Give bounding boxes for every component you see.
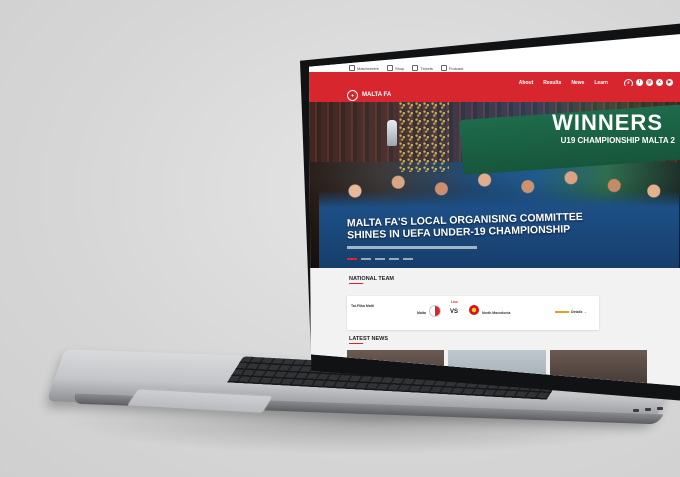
topbar-label: Shop — [395, 65, 405, 71]
carousel-dot[interactable] — [389, 258, 399, 260]
carousel-dot[interactable] — [361, 258, 371, 260]
topbar-shop[interactable]: Shop — [387, 65, 404, 71]
facebook-icon[interactable]: f — [636, 78, 643, 86]
ticket-icon — [412, 65, 419, 71]
banner-title: WINNERS — [552, 110, 663, 135]
hero-caption — [347, 246, 477, 249]
match-status: Live — [451, 300, 459, 304]
competition-name: Tal-Flika Malti — [351, 304, 374, 308]
national-team-heading: NATIONAL TEAM — [349, 276, 395, 284]
carousel-dot[interactable] — [403, 258, 413, 260]
site-logo-text[interactable]: MALTA FA — [362, 92, 391, 98]
details-link[interactable]: Details → — [571, 310, 587, 314]
laptop-screen: Matchcentre Shop Tickets Podcast About R… — [309, 34, 680, 386]
x-icon[interactable]: x — [656, 78, 663, 86]
topbar-tickets[interactable]: Tickets — [412, 65, 433, 71]
versus-label: VS — [450, 309, 459, 315]
topbar-matchcentre[interactable]: Matchcentre — [349, 65, 379, 71]
carousel-dots — [347, 258, 413, 260]
carousel-dot[interactable] — [347, 258, 357, 260]
topbar-podcast[interactable]: Podcast — [440, 65, 464, 71]
instagram-icon[interactable]: ◎ — [646, 78, 653, 86]
calendar-icon — [349, 65, 355, 71]
home-team: Malta — [417, 311, 426, 315]
youtube-icon[interactable]: ▶ — [666, 78, 673, 86]
banner-subtitle: U19 CHAMPIONSHIP MALTA 2 — [560, 136, 675, 145]
usb-port — [645, 408, 651, 411]
usb-port — [633, 409, 639, 412]
match-card[interactable]: Tal-Flika Malti Malta Live VS North Mace… — [347, 296, 599, 330]
topbar-label: Matchcentre — [357, 65, 380, 71]
usb-port — [657, 407, 663, 410]
topbar-label: Podcast — [448, 65, 464, 71]
north-macedonia-flag-icon — [469, 305, 479, 315]
latest-news-heading: LATEST NEWS — [349, 336, 389, 344]
trophy-icon — [387, 120, 397, 146]
microphone-icon — [440, 65, 447, 71]
sponsor-logo — [555, 311, 569, 313]
carousel-dot[interactable] — [375, 258, 385, 260]
topbar-label: Tickets — [420, 65, 433, 71]
malta-fa-website: Matchcentre Shop Tickets Podcast About R… — [309, 34, 680, 386]
bag-icon — [387, 65, 394, 71]
away-team: North Macedonia — [482, 311, 511, 315]
malta-flag-icon — [429, 305, 441, 317]
hero-banner[interactable]: WINNERS U19 CHAMPIONSHIP MALTA 2 MALTA F… — [309, 102, 680, 268]
product-mockup-scene: Matchcentre Shop Tickets Podcast About R… — [0, 0, 680, 477]
malta-fa-crest-icon[interactable]: ✦ — [347, 89, 358, 101]
